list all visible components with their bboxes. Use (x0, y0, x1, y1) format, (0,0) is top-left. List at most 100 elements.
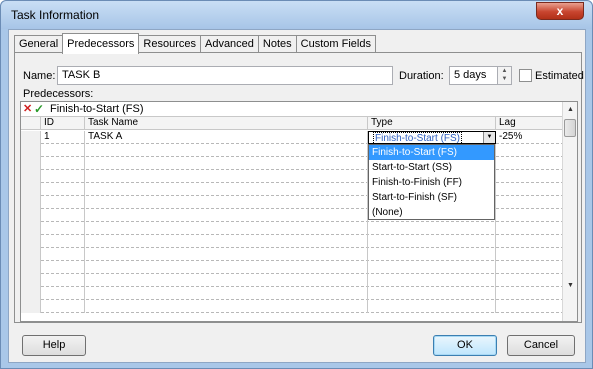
empty-cell[interactable] (496, 144, 564, 157)
table-row[interactable] (21, 300, 564, 313)
row-header[interactable] (21, 261, 41, 274)
empty-cell[interactable] (85, 209, 368, 222)
row-lag-cell[interactable]: -25% (496, 131, 564, 144)
grid-vertical-scrollbar[interactable]: ▲ ▼ (562, 102, 577, 321)
empty-cell[interactable] (85, 183, 368, 196)
empty-cell[interactable] (496, 287, 564, 300)
empty-cell[interactable] (41, 274, 85, 287)
row-header[interactable] (21, 196, 41, 209)
row-header[interactable] (21, 157, 41, 170)
empty-cell[interactable] (85, 300, 368, 313)
table-row[interactable] (21, 235, 564, 248)
empty-cell[interactable] (41, 235, 85, 248)
close-button[interactable]: x (536, 2, 584, 20)
tab-custom-fields[interactable]: Custom Fields (295, 35, 376, 53)
row-task-name-cell[interactable]: TASK A (85, 131, 368, 144)
empty-cell[interactable] (496, 170, 564, 183)
type-option-none[interactable]: (None) (369, 205, 494, 220)
row-header[interactable] (21, 209, 41, 222)
empty-cell[interactable] (85, 235, 368, 248)
dropdown-arrow-icon[interactable]: ▼ (483, 132, 495, 143)
empty-cell[interactable] (85, 157, 368, 170)
tab-resources[interactable]: Resources (138, 35, 201, 53)
row-header[interactable] (21, 144, 41, 157)
duration-spinner[interactable]: ▲ ▼ (497, 66, 512, 85)
column-header-lag[interactable]: Lag (496, 117, 564, 130)
table-row[interactable]: 1 TASK A Finish-to-Start (FS) ▼ -25% (21, 131, 564, 145)
row-header[interactable] (21, 300, 41, 313)
row-header[interactable] (21, 287, 41, 300)
column-header-id[interactable]: ID (41, 117, 85, 130)
empty-cell[interactable] (496, 300, 564, 313)
type-option-fs[interactable]: Finish-to-Start (FS) (369, 145, 494, 160)
row-header[interactable] (21, 235, 41, 248)
empty-cell[interactable] (496, 261, 564, 274)
empty-cell[interactable] (41, 196, 85, 209)
scroll-up-icon[interactable]: ▲ (563, 102, 577, 117)
row-header[interactable] (21, 222, 41, 235)
empty-cell[interactable] (41, 209, 85, 222)
scroll-down-icon[interactable]: ▼ (563, 278, 577, 293)
empty-cell[interactable] (85, 170, 368, 183)
empty-cell[interactable] (41, 144, 85, 157)
empty-cell[interactable] (368, 222, 496, 235)
duration-field[interactable]: 5 days (449, 66, 498, 85)
estimated-checkbox[interactable] (519, 69, 532, 82)
table-row[interactable] (21, 274, 564, 287)
column-header-type[interactable]: Type (368, 117, 496, 130)
empty-cell[interactable] (41, 287, 85, 300)
empty-cell[interactable] (41, 261, 85, 274)
empty-cell[interactable] (496, 222, 564, 235)
table-row[interactable] (21, 287, 564, 300)
empty-cell[interactable] (496, 157, 564, 170)
empty-cell[interactable] (368, 261, 496, 274)
cancel-button[interactable]: Cancel (507, 335, 575, 356)
cancel-edit-icon[interactable]: ✕ (23, 104, 34, 115)
empty-cell[interactable] (496, 248, 564, 261)
row-id-cell[interactable]: 1 (41, 131, 85, 144)
edit-bar-value[interactable]: Finish-to-Start (FS) (50, 103, 144, 115)
empty-cell[interactable] (368, 300, 496, 313)
empty-cell[interactable] (496, 235, 564, 248)
empty-cell[interactable] (496, 183, 564, 196)
row-header[interactable] (21, 274, 41, 287)
column-header-task-name[interactable]: Task Name (85, 117, 368, 130)
type-option-ff[interactable]: Finish-to-Finish (FF) (369, 175, 494, 190)
ok-button[interactable]: OK (433, 335, 497, 356)
type-option-sf[interactable]: Start-to-Finish (SF) (369, 190, 494, 205)
empty-cell[interactable] (41, 248, 85, 261)
help-button[interactable]: Help (22, 335, 86, 356)
tab-notes[interactable]: Notes (257, 35, 297, 53)
row-header[interactable] (21, 248, 41, 261)
tab-predecessors[interactable]: Predecessors (62, 33, 140, 54)
row-header[interactable] (21, 170, 41, 183)
empty-cell[interactable] (496, 209, 564, 222)
empty-cell[interactable] (85, 287, 368, 300)
empty-cell[interactable] (41, 300, 85, 313)
row-header[interactable] (21, 183, 41, 196)
empty-cell[interactable] (368, 287, 496, 300)
spin-down-icon[interactable]: ▼ (498, 75, 511, 83)
empty-cell[interactable] (368, 248, 496, 261)
empty-cell[interactable] (85, 248, 368, 261)
empty-cell[interactable] (496, 196, 564, 209)
scroll-thumb[interactable] (564, 119, 576, 137)
empty-cell[interactable] (85, 196, 368, 209)
empty-cell[interactable] (368, 235, 496, 248)
type-option-ss[interactable]: Start-to-Start (SS) (369, 160, 494, 175)
row-header[interactable] (21, 131, 41, 144)
empty-cell[interactable] (41, 157, 85, 170)
tab-general[interactable]: General (14, 35, 64, 53)
empty-cell[interactable] (85, 261, 368, 274)
table-row[interactable] (21, 248, 564, 261)
empty-cell[interactable] (41, 222, 85, 235)
table-row[interactable] (21, 222, 564, 235)
empty-cell[interactable] (496, 274, 564, 287)
empty-cell[interactable] (85, 222, 368, 235)
empty-cell[interactable] (41, 170, 85, 183)
accept-edit-icon[interactable]: ✓ (34, 103, 46, 115)
type-combobox[interactable]: Finish-to-Start (FS) ▼ (368, 131, 496, 145)
empty-cell[interactable] (368, 274, 496, 287)
empty-cell[interactable] (41, 183, 85, 196)
tab-advanced[interactable]: Advanced (199, 35, 259, 53)
